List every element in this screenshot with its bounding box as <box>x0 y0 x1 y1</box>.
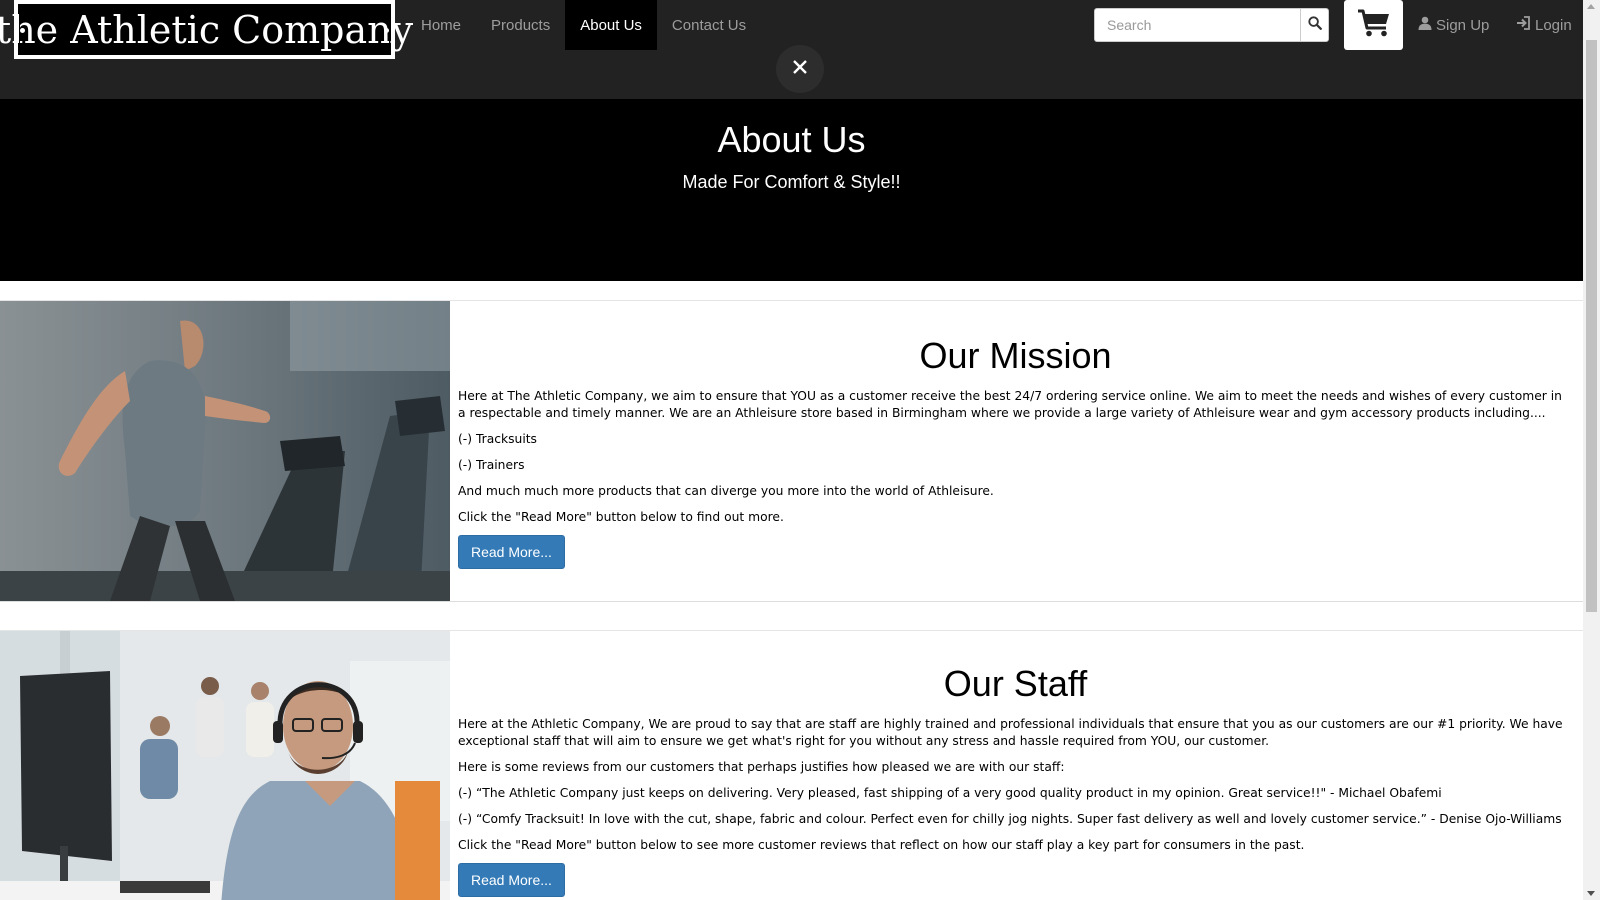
staff-read-more-button[interactable]: Read More... <box>458 863 565 897</box>
user-icon <box>1418 16 1432 34</box>
page-scrollbar[interactable] <box>1583 0 1600 900</box>
mission-paragraph: Click the "Read More" button below to fi… <box>458 510 784 524</box>
page-subtitle: Made For Comfort & Style!! <box>682 171 901 192</box>
mission-list-item: (-) Trainers <box>458 458 525 472</box>
mission-title: Our Mission <box>919 335 1112 376</box>
page-title: About Us <box>717 119 866 160</box>
staff-review: (-) “The Athletic Company just keeps on … <box>458 786 1442 800</box>
brand-logo[interactable]: the Athletic Company <box>0 0 413 59</box>
staff-paragraph: Here at the Athletic Company, We are pro… <box>458 717 1563 748</box>
search-box <box>1094 8 1329 42</box>
staff-image <box>0 631 450 900</box>
staff-title: Our Staff <box>943 663 1088 704</box>
search-button[interactable] <box>1300 9 1328 41</box>
search-input[interactable] <box>1095 9 1300 41</box>
close-button[interactable] <box>776 45 824 93</box>
nav-link-contact-us[interactable]: Contact Us <box>657 0 761 50</box>
staff-content: Our Staff Here at the Athletic Company, … <box>458 631 1573 897</box>
nav-link-home[interactable]: Home <box>406 0 476 50</box>
login-link[interactable]: Login <box>1516 0 1572 50</box>
mission-image <box>0 301 450 601</box>
scroll-up-arrow-icon[interactable] <box>1587 4 1595 9</box>
hero-banner: About Us Made For Comfort & Style!! <box>0 99 1583 281</box>
login-icon <box>1516 16 1531 34</box>
scroll-thumb[interactable] <box>1586 40 1597 612</box>
sign-up-link[interactable]: Sign Up <box>1418 0 1489 50</box>
login-label: Login <box>1535 16 1572 34</box>
close-icon <box>792 59 808 80</box>
main-nav: Home Products About Us Contact Us <box>406 0 761 50</box>
staff-review: (-) “Comfy Tracksuit! In love with the c… <box>458 812 1562 826</box>
search-icon <box>1307 15 1322 35</box>
staff-paragraph: Here is some reviews from our customers … <box>458 760 1065 774</box>
cart-icon <box>1357 8 1391 43</box>
scroll-down-arrow-icon[interactable] <box>1587 891 1595 896</box>
mission-content: Our Mission Here at The Athletic Company… <box>458 301 1573 569</box>
mission-paragraph: And much much more products that can div… <box>458 484 994 498</box>
cart-button[interactable] <box>1344 0 1403 50</box>
mission-list-item: (-) Tracksuits <box>458 432 537 446</box>
nav-link-products[interactable]: Products <box>476 0 565 50</box>
nav-link-about-us[interactable]: About Us <box>565 0 657 50</box>
sign-up-label: Sign Up <box>1436 16 1490 34</box>
brand-logo-text: the Athletic Company <box>0 7 414 52</box>
mission-section: Our Mission Here at The Athletic Company… <box>0 300 1583 602</box>
navbar: the Athletic Company Home Products About… <box>0 0 1583 99</box>
staff-section: Our Staff Here at the Athletic Company, … <box>0 630 1583 900</box>
brand-logo-frame: the Athletic Company <box>0 2 413 57</box>
staff-paragraph: Click the "Read More" button below to se… <box>458 838 1305 852</box>
mission-paragraph: Here at The Athletic Company, we aim to … <box>458 389 1562 420</box>
mission-read-more-button[interactable]: Read More... <box>458 535 565 569</box>
